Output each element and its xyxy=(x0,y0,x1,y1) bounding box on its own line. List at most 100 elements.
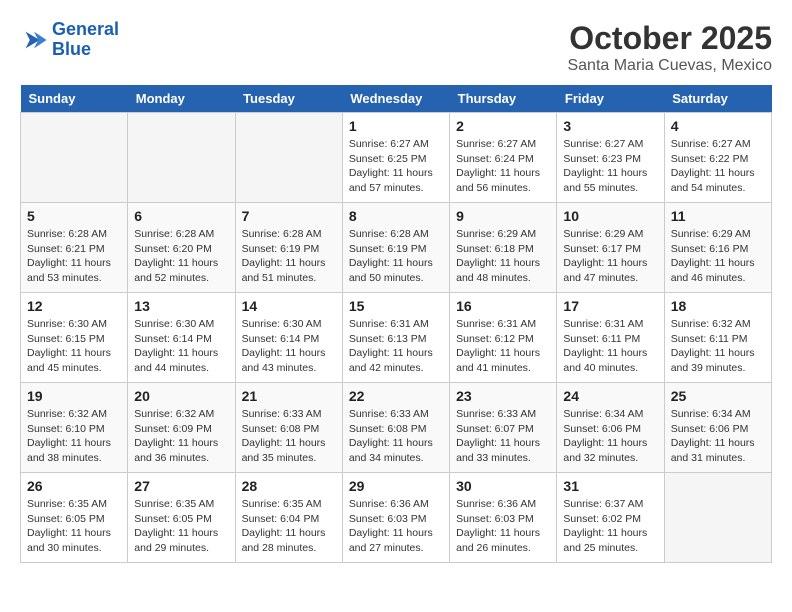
day-number: 9 xyxy=(456,208,550,224)
calendar-day-cell: 4 Sunrise: 6:27 AM Sunset: 6:22 PM Daylig… xyxy=(664,113,771,203)
calendar-day-cell: 1 Sunrise: 6:27 AM Sunset: 6:25 PM Daylig… xyxy=(342,113,449,203)
calendar-day-cell: 19 Sunrise: 6:32 AM Sunset: 6:10 PM Dayli… xyxy=(21,383,128,473)
calendar-day-cell: 14Sunrise: 6:30 AM Sunset: 6:14 PM Dayli… xyxy=(235,293,342,383)
month-title: October 2025 xyxy=(567,20,772,57)
calendar-day-cell: 2 Sunrise: 6:27 AM Sunset: 6:24 PM Daylig… xyxy=(450,113,557,203)
calendar-day-cell: 28Sunrise: 6:35 AM Sunset: 6:04 PM Dayli… xyxy=(235,473,342,563)
location-title: Santa Maria Cuevas, Mexico xyxy=(567,57,772,75)
day-number: 26 xyxy=(27,478,121,494)
day-of-week-header: Friday xyxy=(557,85,664,113)
day-info: Sunrise: 6:29 AM Sunset: 6:16 PM Dayligh… xyxy=(671,227,765,286)
day-number: 23 xyxy=(456,388,550,404)
logo-text: General Blue xyxy=(52,20,119,60)
calendar-day-cell: 15 Sunrise: 6:31 AM Sunset: 6:13 PM Dayli… xyxy=(342,293,449,383)
day-info: Sunrise: 6:36 AM Sunset: 6:03 PM Dayligh… xyxy=(456,497,550,556)
day-of-week-header: Sunday xyxy=(21,85,128,113)
calendar-week-row: 19 Sunrise: 6:32 AM Sunset: 6:10 PM Dayli… xyxy=(21,383,772,473)
day-number: 21 xyxy=(242,388,336,404)
calendar-day-cell: 16Sunrise: 6:31 AM Sunset: 6:12 PM Dayli… xyxy=(450,293,557,383)
day-number: 30 xyxy=(456,478,550,494)
logo: General Blue xyxy=(20,20,119,60)
calendar-day-cell: 31Sunrise: 6:37 AM Sunset: 6:02 PM Dayli… xyxy=(557,473,664,563)
calendar-week-row: 26 Sunrise: 6:35 AM Sunset: 6:05 PM Dayli… xyxy=(21,473,772,563)
day-info: Sunrise: 6:32 AM Sunset: 6:09 PM Dayligh… xyxy=(134,407,228,466)
day-info: Sunrise: 6:34 AM Sunset: 6:06 PM Dayligh… xyxy=(563,407,657,466)
calendar-day-cell: 10 Sunrise: 6:29 AM Sunset: 6:17 PM Dayli… xyxy=(557,203,664,293)
calendar-day-cell: 9 Sunrise: 6:29 AM Sunset: 6:18 PM Daylig… xyxy=(450,203,557,293)
calendar-day-cell xyxy=(21,113,128,203)
day-info: Sunrise: 6:27 AM Sunset: 6:25 PM Dayligh… xyxy=(349,137,443,196)
calendar-day-cell: 21Sunrise: 6:33 AM Sunset: 6:08 PM Dayli… xyxy=(235,383,342,473)
day-info: Sunrise: 6:35 AM Sunset: 6:05 PM Dayligh… xyxy=(27,497,121,556)
calendar-day-cell xyxy=(128,113,235,203)
day-number: 14 xyxy=(242,298,336,314)
calendar-day-cell: 7 Sunrise: 6:28 AM Sunset: 6:19 PM Daylig… xyxy=(235,203,342,293)
calendar-day-cell: 24Sunrise: 6:34 AM Sunset: 6:06 PM Dayli… xyxy=(557,383,664,473)
calendar-day-cell xyxy=(664,473,771,563)
day-of-week-header: Saturday xyxy=(664,85,771,113)
day-info: Sunrise: 6:28 AM Sunset: 6:19 PM Dayligh… xyxy=(349,227,443,286)
day-info: Sunrise: 6:30 AM Sunset: 6:15 PM Dayligh… xyxy=(27,317,121,376)
day-info: Sunrise: 6:30 AM Sunset: 6:14 PM Dayligh… xyxy=(134,317,228,376)
day-number: 22 xyxy=(349,388,443,404)
calendar-day-cell xyxy=(235,113,342,203)
day-of-week-header: Thursday xyxy=(450,85,557,113)
day-info: Sunrise: 6:28 AM Sunset: 6:19 PM Dayligh… xyxy=(242,227,336,286)
calendar-day-cell: 30 Sunrise: 6:36 AM Sunset: 6:03 PM Dayli… xyxy=(450,473,557,563)
calendar-day-cell: 12 Sunrise: 6:30 AM Sunset: 6:15 PM Dayli… xyxy=(21,293,128,383)
calendar-day-cell: 13 Sunrise: 6:30 AM Sunset: 6:14 PM Dayli… xyxy=(128,293,235,383)
day-number: 28 xyxy=(242,478,336,494)
day-info: Sunrise: 6:27 AM Sunset: 6:22 PM Dayligh… xyxy=(671,137,765,196)
day-number: 31 xyxy=(563,478,657,494)
title-block: October 2025 Santa Maria Cuevas, Mexico xyxy=(567,20,772,75)
day-number: 3 xyxy=(563,118,657,134)
calendar-day-cell: 5 Sunrise: 6:28 AM Sunset: 6:21 PM Daylig… xyxy=(21,203,128,293)
day-info: Sunrise: 6:28 AM Sunset: 6:21 PM Dayligh… xyxy=(27,227,121,286)
calendar-day-cell: 8 Sunrise: 6:28 AM Sunset: 6:19 PM Daylig… xyxy=(342,203,449,293)
day-of-week-header: Wednesday xyxy=(342,85,449,113)
day-of-week-header: Monday xyxy=(128,85,235,113)
calendar-day-cell: 3 Sunrise: 6:27 AM Sunset: 6:23 PM Daylig… xyxy=(557,113,664,203)
day-info: Sunrise: 6:27 AM Sunset: 6:23 PM Dayligh… xyxy=(563,137,657,196)
day-info: Sunrise: 6:29 AM Sunset: 6:17 PM Dayligh… xyxy=(563,227,657,286)
day-number: 7 xyxy=(242,208,336,224)
day-info: Sunrise: 6:31 AM Sunset: 6:12 PM Dayligh… xyxy=(456,317,550,376)
day-number: 15 xyxy=(349,298,443,314)
day-number: 2 xyxy=(456,118,550,134)
calendar-day-cell: 20 Sunrise: 6:32 AM Sunset: 6:09 PM Dayli… xyxy=(128,383,235,473)
calendar-day-cell: 27Sunrise: 6:35 AM Sunset: 6:05 PM Dayli… xyxy=(128,473,235,563)
calendar-day-cell: 6Sunrise: 6:28 AM Sunset: 6:20 PM Daylig… xyxy=(128,203,235,293)
day-info: Sunrise: 6:32 AM Sunset: 6:10 PM Dayligh… xyxy=(27,407,121,466)
day-number: 29 xyxy=(349,478,443,494)
day-number: 12 xyxy=(27,298,121,314)
calendar-day-cell: 26 Sunrise: 6:35 AM Sunset: 6:05 PM Dayli… xyxy=(21,473,128,563)
page-header: General Blue October 2025 Santa Maria Cu… xyxy=(20,20,772,75)
calendar-header-row: SundayMondayTuesdayWednesdayThursdayFrid… xyxy=(21,85,772,113)
day-number: 25 xyxy=(671,388,765,404)
day-number: 13 xyxy=(134,298,228,314)
day-info: Sunrise: 6:36 AM Sunset: 6:03 PM Dayligh… xyxy=(349,497,443,556)
calendar-day-cell: 29 Sunrise: 6:36 AM Sunset: 6:03 PM Dayli… xyxy=(342,473,449,563)
calendar-day-cell: 22 Sunrise: 6:33 AM Sunset: 6:08 PM Dayli… xyxy=(342,383,449,473)
day-info: Sunrise: 6:27 AM Sunset: 6:24 PM Dayligh… xyxy=(456,137,550,196)
day-info: Sunrise: 6:31 AM Sunset: 6:13 PM Dayligh… xyxy=(349,317,443,376)
day-info: Sunrise: 6:29 AM Sunset: 6:18 PM Dayligh… xyxy=(456,227,550,286)
day-number: 4 xyxy=(671,118,765,134)
day-number: 27 xyxy=(134,478,228,494)
day-number: 10 xyxy=(563,208,657,224)
logo-icon xyxy=(20,26,48,54)
calendar-week-row: 1 Sunrise: 6:27 AM Sunset: 6:25 PM Daylig… xyxy=(21,113,772,203)
calendar-day-cell: 17Sunrise: 6:31 AM Sunset: 6:11 PM Dayli… xyxy=(557,293,664,383)
day-info: Sunrise: 6:32 AM Sunset: 6:11 PM Dayligh… xyxy=(671,317,765,376)
day-number: 5 xyxy=(27,208,121,224)
day-info: Sunrise: 6:34 AM Sunset: 6:06 PM Dayligh… xyxy=(671,407,765,466)
calendar-week-row: 5 Sunrise: 6:28 AM Sunset: 6:21 PM Daylig… xyxy=(21,203,772,293)
calendar-day-cell: 25 Sunrise: 6:34 AM Sunset: 6:06 PM Dayli… xyxy=(664,383,771,473)
day-number: 19 xyxy=(27,388,121,404)
day-number: 8 xyxy=(349,208,443,224)
day-number: 6 xyxy=(134,208,228,224)
day-info: Sunrise: 6:33 AM Sunset: 6:08 PM Dayligh… xyxy=(349,407,443,466)
day-number: 1 xyxy=(349,118,443,134)
day-of-week-header: Tuesday xyxy=(235,85,342,113)
day-number: 20 xyxy=(134,388,228,404)
